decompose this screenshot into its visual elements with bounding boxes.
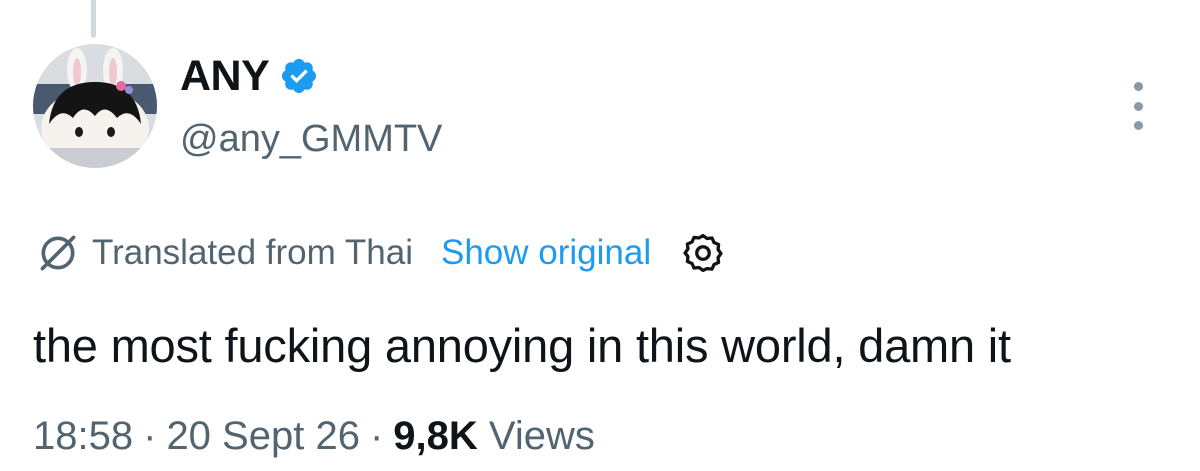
tweet-text: the most fucking annoying in this world,…: [33, 319, 1011, 372]
author-name-row: ANY: [180, 52, 319, 100]
tweet-time[interactable]: 18:58: [33, 414, 133, 458]
views-count[interactable]: 9,8K: [393, 414, 478, 458]
verified-badge-icon: [282, 58, 317, 94]
tweet-date[interactable]: 20 Sept 26: [166, 414, 360, 458]
more-dot-icon: [1133, 82, 1143, 91]
show-original-link[interactable]: Show original: [441, 233, 651, 273]
gear-icon[interactable]: [681, 231, 725, 275]
meta-separator: ·: [369, 414, 384, 458]
tweet-meta: 18:58 · 20 Sept 26 · 9,8K Views: [33, 414, 595, 459]
views-label: Views: [488, 414, 595, 458]
author-display-name[interactable]: ANY: [180, 52, 270, 101]
meta-separator: ·: [143, 414, 157, 458]
avatar[interactable]: [33, 44, 157, 168]
author-handle[interactable]: @any_GMMTV: [180, 118, 442, 161]
translated-from-label: Translated from Thai: [92, 233, 413, 272]
translate-icon: [40, 235, 76, 271]
more-options-button[interactable]: [1118, 82, 1158, 130]
more-dot-icon: [1133, 121, 1143, 130]
translation-bar: Translated from Thai Show original: [36, 228, 725, 278]
thread-connector-line: [91, 0, 96, 38]
plush-avatar-icon: [33, 44, 157, 168]
more-dot-icon: [1133, 101, 1143, 111]
